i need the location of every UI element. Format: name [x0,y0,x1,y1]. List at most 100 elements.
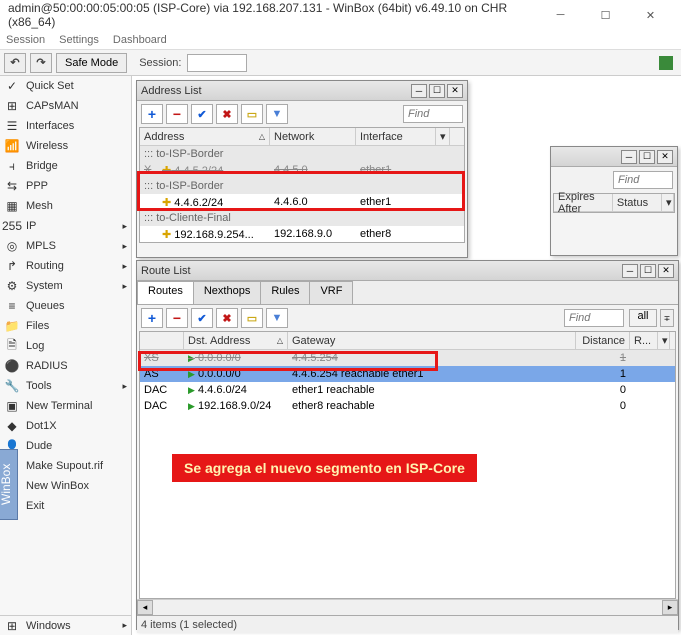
col-r[interactable]: R... [630,332,658,349]
sidebar-item-dude[interactable]: 👤 Dude [0,436,131,456]
sidebar-item-exit[interactable]: ⏏ Exit [0,496,131,516]
route-row[interactable]: XS ▶ 0.0.0.0/0 4.4.5.254 1 [140,350,675,366]
sidebar-item-make-supout.rif[interactable]: 📄 Make Supout.rif [0,456,131,476]
route-min-icon[interactable]: ─ [622,264,638,278]
address-row[interactable]: ✚ 4.4.6.2/24 4.4.6.0 ether1 [140,194,464,210]
address-titlebar[interactable]: Address List ─ ☐ ✕ [137,81,467,101]
route-hscroll[interactable]: ◂ ▸ [137,599,678,615]
add-button[interactable]: + [141,104,163,124]
address-section: ::: to-ISP-Border [140,146,464,162]
sidebar-item-log[interactable]: 🗎 Log [0,336,131,356]
sidebar-item-mesh[interactable]: ▦ Mesh [0,196,131,216]
sidebar-item-label: IP [26,220,36,232]
col-gateway[interactable]: Gateway [288,332,576,349]
sidebar-item-capsman[interactable]: ⊞ CAPsMAN [0,96,131,116]
disable-button[interactable]: ✖ [216,308,238,328]
col-distance[interactable]: Distance [576,332,630,349]
tab-nexthops[interactable]: Nexthops [193,281,261,304]
sidebar-item-new-terminal[interactable]: ▣ New Terminal [0,396,131,416]
undo-button[interactable]: ↶ [4,53,26,73]
bg-min-icon[interactable]: ─ [621,150,637,164]
menu-session[interactable]: Session [6,34,45,46]
col-more[interactable]: ▾ [658,332,670,349]
address-row[interactable]: ✚ 192.168.9.254... 192.168.9.0 ether8 [140,226,464,242]
col-address[interactable]: Address△ [140,128,270,145]
tools-icon: 🔧 [4,378,20,394]
system-icon: ⚙ [4,278,20,294]
route-max-icon[interactable]: ☐ [640,264,656,278]
address-find-input[interactable] [403,105,463,123]
sidebar-item-routing[interactable]: ↱ Routing ▸ [0,256,131,276]
sidebar-item-ppp[interactable]: ⇆ PPP [0,176,131,196]
filter-button[interactable]: ▼ [266,104,288,124]
close-icon[interactable]: ✕ [447,84,463,98]
menu-settings[interactable]: Settings [59,34,99,46]
sidebar-item-wireless[interactable]: 📶 Wireless [0,136,131,156]
sidebar-item-ip[interactable]: 255 IP ▸ [0,216,131,236]
route-find-input[interactable] [564,309,624,327]
col-more[interactable]: ▾ [662,194,674,211]
menu-dashboard[interactable]: Dashboard [113,34,167,46]
sidebar-item-bridge[interactable]: ⫞ Bridge [0,156,131,176]
col-flags[interactable] [140,332,184,349]
sidebar-item-files[interactable]: 📁 Files [0,316,131,336]
tab-vrf[interactable]: VRF [309,281,353,304]
capsman-icon: ⊞ [4,98,20,114]
safe-mode-button[interactable]: Safe Mode [56,53,127,73]
address-row[interactable]: X ✚ 4.4.5.2/24 4.4.5.0 ether1 [140,162,464,178]
sidebar-item-queues[interactable]: ≡ Queues [0,296,131,316]
bg-max-icon[interactable]: ☐ [639,150,655,164]
session-field[interactable] [187,54,247,72]
sidebar-item-interfaces[interactable]: ☰ Interfaces [0,116,131,136]
route-row[interactable]: DAC ▶ 192.168.9.0/24 ether8 reachable 0 [140,398,675,414]
tab-rules[interactable]: Rules [260,281,310,304]
enable-button[interactable]: ✔ [191,104,213,124]
scroll-right-icon[interactable]: ▸ [662,600,678,615]
sidebar-item-new-winbox[interactable]: ◉ New WinBox [0,476,131,496]
sidebar-item-system[interactable]: ⚙ System ▸ [0,276,131,296]
bg-find-input[interactable] [613,171,673,189]
sidebar-item-windows[interactable]: ⊞ Windows ▸ [0,615,131,635]
close-icon[interactable]: ✕ [658,264,674,278]
filter-all[interactable]: all [629,309,657,327]
sidebar-item-mpls[interactable]: ◎ MPLS ▸ [0,236,131,256]
filter-dropdown[interactable]: ∓ [660,309,674,327]
route-row[interactable]: AS ▶ 0.0.0.0/0 4.4.6.254 reachable ether… [140,366,675,382]
col-expires[interactable]: Expires After [554,194,613,211]
minimize-button[interactable]: ─ [538,0,583,30]
maximize-button[interactable]: ☐ [583,0,628,30]
dot1x-icon: ◆ [4,418,20,434]
col-network[interactable]: Network [270,128,356,145]
remove-button[interactable]: − [166,104,188,124]
sidebar-item-dot1x[interactable]: ◆ Dot1X [0,416,131,436]
workspace: ─ ☐ ✕ Expires After Status ▾ Address Lis… [132,76,681,635]
close-icon[interactable]: ✕ [657,150,673,164]
sidebar-item-tools[interactable]: 🔧 Tools ▸ [0,376,131,396]
remove-button[interactable]: − [166,308,188,328]
sidebar-item-quick-set[interactable]: ✓ Quick Set [0,76,131,96]
comment-button[interactable]: ▭ [241,104,263,124]
redo-button[interactable]: ↷ [30,53,52,73]
bg-titlebar[interactable]: ─ ☐ ✕ [551,147,677,167]
disable-button[interactable]: ✖ [216,104,238,124]
sidebar-item-radius[interactable]: ⚫ RADIUS [0,356,131,376]
col-status[interactable]: Status [613,194,662,211]
addr-min-icon[interactable]: ─ [411,84,427,98]
filter-button[interactable]: ▼ [266,308,288,328]
enable-button[interactable]: ✔ [191,308,213,328]
chevron-right-icon: ▸ [122,381,127,392]
window-titlebar: admin@50:00:00:05:00:05 (ISP-Core) via 1… [0,0,681,30]
col-more[interactable]: ▾ [436,128,450,145]
scroll-left-icon[interactable]: ◂ [137,600,153,615]
addr-max-icon[interactable]: ☐ [429,84,445,98]
address-grid[interactable]: Address△ Network Interface ▾ ::: to-ISP-… [139,127,465,243]
route-row[interactable]: DAC ▶ 4.4.6.0/24 ether1 reachable 0 [140,382,675,398]
col-interface[interactable]: Interface [356,128,436,145]
tab-routes[interactable]: Routes [137,281,194,304]
comment-button[interactable]: ▭ [241,308,263,328]
add-button[interactable]: + [141,308,163,328]
route-titlebar[interactable]: Route List ─ ☐ ✕ [137,261,678,281]
close-button[interactable]: ✕ [628,0,673,30]
col-dst[interactable]: Dst. Address△ [184,332,288,349]
route-toolbar: + − ✔ ✖ ▭ ▼ all ∓ [137,305,678,331]
